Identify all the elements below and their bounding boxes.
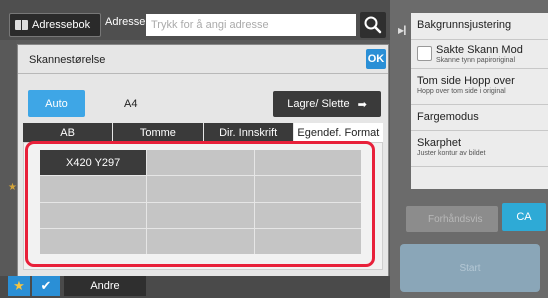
checkmark-icon: ✔ (40, 278, 52, 293)
settings-item-title: Sakte Skann Mod (436, 43, 523, 56)
tab-custom-size[interactable]: Egendef. Format (293, 123, 383, 143)
settings-item-blank-page-skip[interactable]: Tom side Hopp over Hopp over tom side i … (411, 69, 548, 105)
address-book-button[interactable]: Adressebok (9, 13, 101, 37)
ca-button[interactable]: CA (502, 203, 546, 231)
auto-button[interactable]: Auto (28, 90, 85, 117)
custom-size-slot[interactable] (147, 150, 254, 176)
expand-panel-icon[interactable]: ▶▎ (398, 26, 410, 35)
save-delete-button[interactable]: Lagre/ Slette ➡ (273, 91, 381, 117)
arrow-right-icon: ➡ (357, 98, 367, 111)
confirm-button[interactable]: ✔ (32, 276, 60, 296)
settings-item-color-mode[interactable]: Fargemodus (411, 105, 548, 131)
address-label: Adresse (105, 16, 146, 28)
address-book-label: Adressebok (32, 19, 91, 31)
custom-size-slot[interactable] (254, 202, 361, 228)
left-edge (0, 40, 16, 276)
slow-scan-checkbox[interactable] (417, 46, 432, 61)
current-size-label: A4 (124, 98, 138, 110)
tab-inch[interactable]: Tomme (113, 123, 203, 143)
custom-size-slot[interactable]: X420 Y297 (40, 150, 147, 176)
settings-list: Bakgrunnsjustering Sakte Skann Mod Skann… (411, 13, 548, 189)
search-icon (364, 16, 382, 34)
tab-direct-entry[interactable]: Dir. Innskrift (203, 123, 293, 143)
settings-item-slow-scan[interactable]: Sakte Skann Mod Skanne tynn papirorigina… (411, 40, 548, 69)
settings-item-title: Fargemodus (417, 111, 479, 123)
custom-size-slot[interactable] (254, 176, 361, 202)
star-icon: ★ (13, 278, 25, 293)
address-input[interactable]: Trykk for å angi adresse (146, 14, 356, 36)
settings-item-background[interactable]: Bakgrunnsjustering (411, 13, 548, 40)
custom-size-grid: X420 Y297 (40, 150, 361, 254)
size-tabs: AB Tomme Dir. Innskrift Egendef. Format (23, 123, 383, 143)
dialog-title: Skannestørelse (29, 54, 106, 66)
address-book-icon (15, 20, 28, 30)
search-button[interactable] (360, 12, 386, 38)
settings-item-sharpness[interactable]: Skarphet Juster kontur av bildet (411, 131, 548, 167)
custom-size-slot[interactable] (40, 176, 147, 202)
ok-button[interactable]: OK (366, 49, 386, 69)
preview-button[interactable]: Forhåndsvis (406, 206, 498, 232)
settings-item-title: Skarphet (417, 137, 462, 149)
custom-size-slot[interactable] (40, 228, 147, 254)
start-label: Start (459, 262, 481, 274)
custom-size-slot[interactable] (40, 202, 147, 228)
settings-item-title: Tom side Hopp over (417, 75, 515, 87)
custom-size-slot[interactable] (147, 202, 254, 228)
star-icon: ★ (8, 182, 17, 193)
settings-item-subtitle: Skanne tynn papiroriginal (436, 56, 515, 64)
start-button[interactable]: Start (400, 244, 540, 292)
save-delete-label: Lagre/ Slette (287, 98, 350, 110)
custom-size-slot[interactable] (254, 150, 361, 176)
custom-size-slot[interactable] (147, 176, 254, 202)
custom-size-slot[interactable] (254, 228, 361, 254)
custom-size-label: X420 Y297 (66, 156, 121, 169)
divider (18, 73, 388, 74)
tab-ab[interactable]: AB (23, 123, 113, 143)
settings-list-empty (411, 167, 548, 189)
favorite-button[interactable]: ★ (8, 276, 30, 296)
settings-item-subtitle: Juster kontur av bildet (417, 150, 486, 157)
others-button[interactable]: Andre (64, 276, 146, 296)
preview-label: Forhåndsvis (428, 213, 483, 225)
settings-item-title: Bakgrunnsjustering (417, 19, 512, 31)
settings-item-subtitle: Hopp over tom side i original (417, 88, 506, 95)
custom-size-slot[interactable] (147, 228, 254, 254)
